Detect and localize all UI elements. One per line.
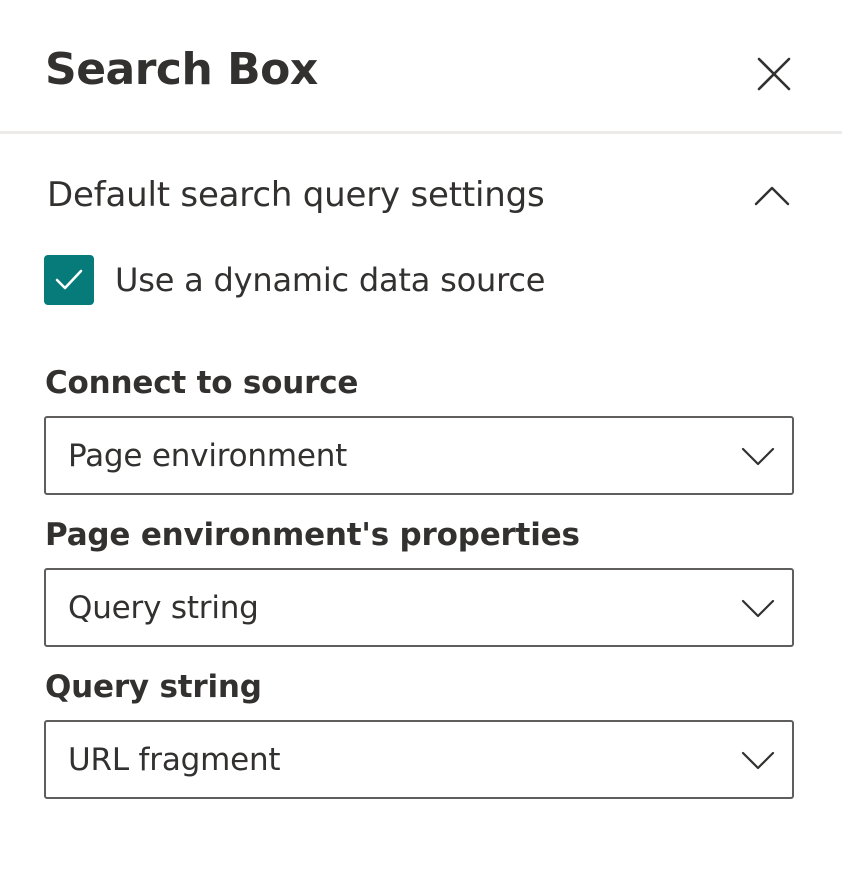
- panel-header: Search Box: [0, 0, 842, 134]
- connect-to-source-label: Connect to source: [45, 365, 359, 401]
- page-environment-properties-label: Page environment's properties: [45, 517, 580, 553]
- dynamic-data-source-checkbox[interactable]: [44, 255, 94, 305]
- dropdown-selected-value: Page environment: [68, 438, 348, 474]
- chevron-up-icon[interactable]: [748, 171, 796, 219]
- section-title: Default search query settings: [47, 175, 545, 215]
- connect-to-source-dropdown[interactable]: Page environment: [44, 416, 794, 495]
- dynamic-data-source-label: Use a dynamic data source: [115, 261, 546, 299]
- section-header-default-search-query[interactable]: Default search query settings: [0, 155, 842, 235]
- dropdown-selected-value: Query string: [68, 590, 259, 626]
- chevron-down-icon: [741, 447, 775, 466]
- query-string-dropdown[interactable]: URL fragment: [44, 720, 794, 799]
- query-string-label: Query string: [45, 669, 262, 705]
- close-button[interactable]: [746, 46, 802, 102]
- close-icon: [757, 57, 791, 91]
- page-environment-properties-dropdown[interactable]: Query string: [44, 568, 794, 647]
- chevron-down-icon: [741, 599, 775, 618]
- dropdown-selected-value: URL fragment: [68, 742, 281, 778]
- panel-title: Search Box: [45, 44, 318, 95]
- chevron-down-icon: [741, 751, 775, 770]
- checkmark-icon: [55, 269, 83, 290]
- dynamic-data-source-checkbox-row[interactable]: Use a dynamic data source: [44, 254, 545, 306]
